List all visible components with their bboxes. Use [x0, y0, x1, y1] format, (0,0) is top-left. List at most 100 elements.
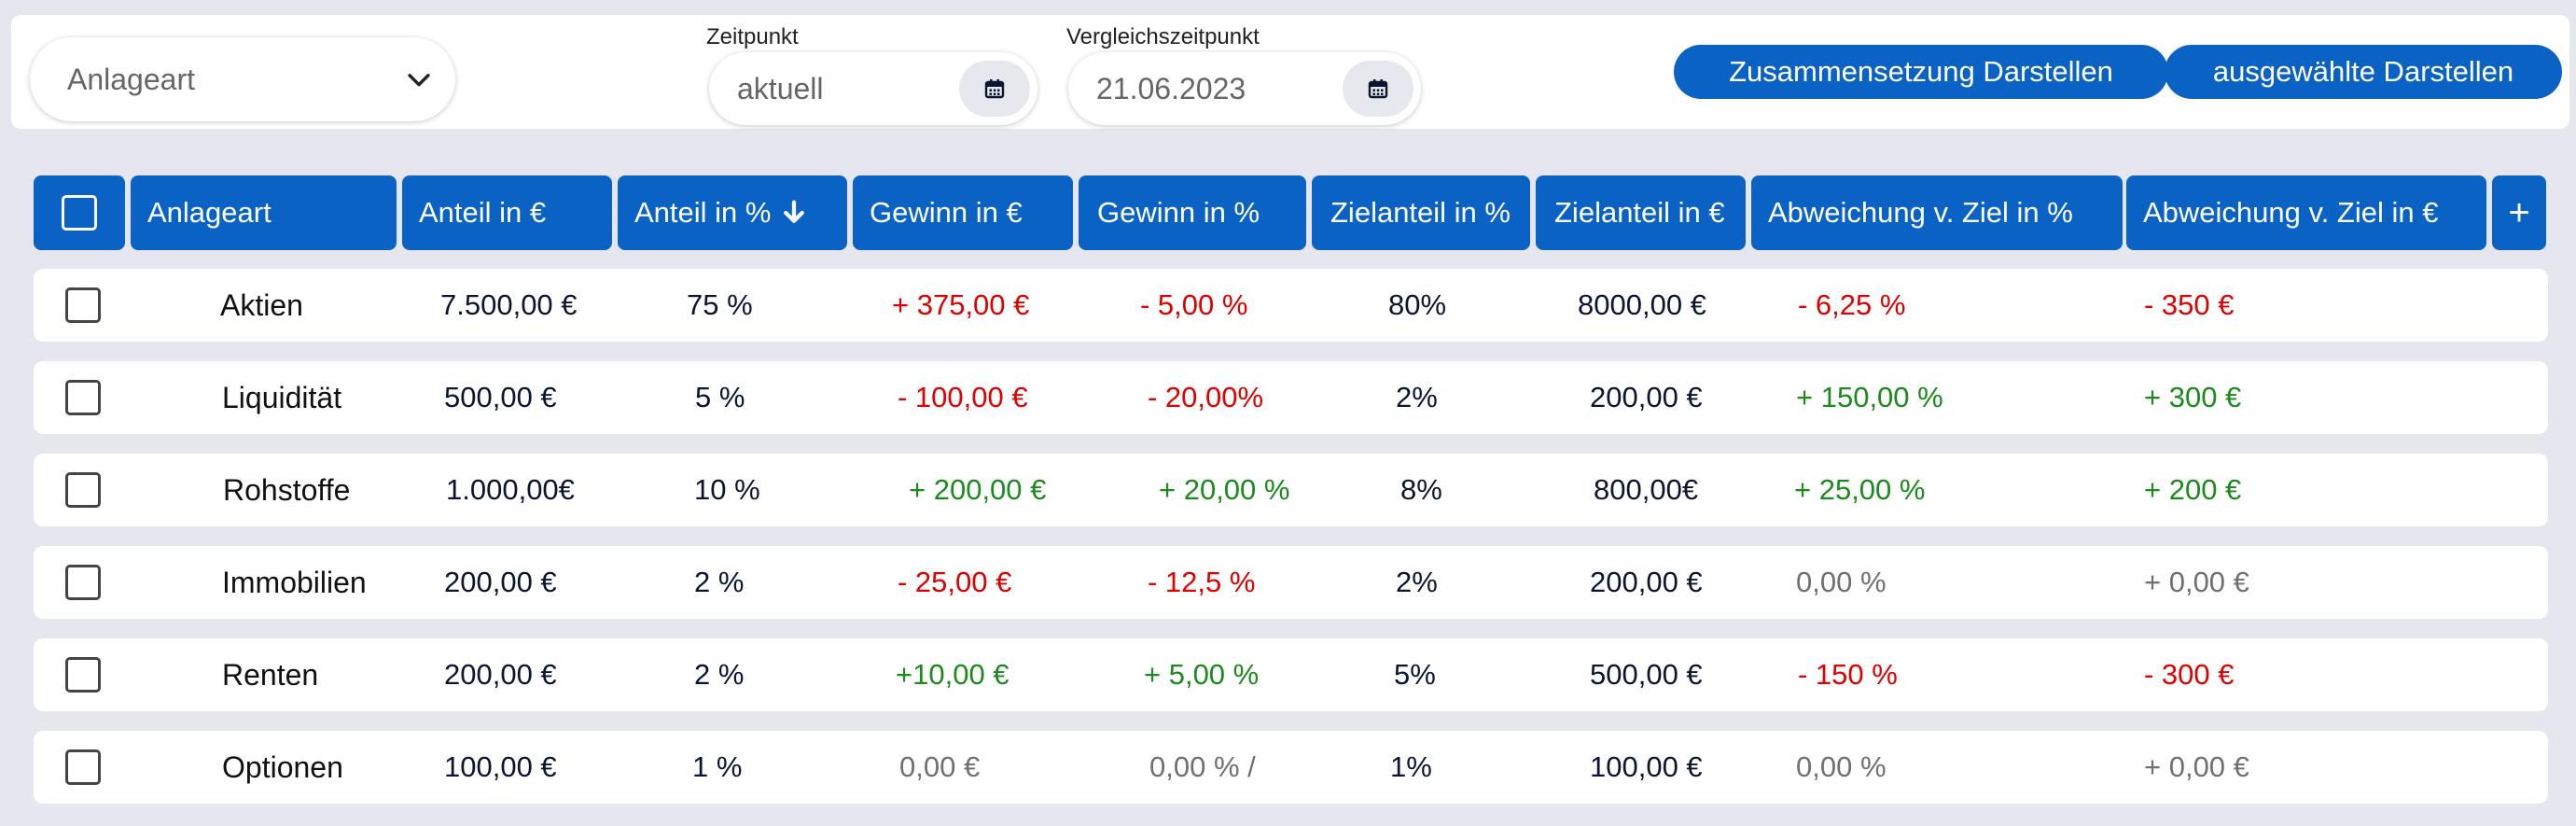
cell-zielanteil-pct: 2% [1396, 381, 1438, 413]
table-row[interactable]: Optionen 100,00 € 1 % 0,00 € 0,00 % / 1%… [34, 731, 2548, 804]
cell-abweichung-eur: + 200 € [2144, 473, 2242, 506]
header-zielanteil-pct[interactable]: Zielanteil in % [1312, 175, 1530, 250]
cell-anteil-pct: 2 % [694, 658, 745, 691]
table-row[interactable]: Immobilien 200,00 € 2 % - 25,00 € - 12,5… [34, 546, 2548, 619]
cell-gewinn-pct: + 20,00 % [1159, 473, 1290, 506]
table-row[interactable]: Liquidität 500,00 € 5 % - 100,00 € - 20,… [34, 361, 2548, 434]
plus-icon: + [2508, 191, 2530, 233]
cell-abweichung-pct: - 150 % [1798, 658, 1898, 691]
header-anteil-eur[interactable]: Anteil in € [402, 175, 612, 250]
cell-anteil-pct: 2 % [694, 566, 745, 598]
row-checkbox[interactable] [65, 565, 101, 600]
chevron-down-icon [408, 74, 430, 87]
cell-gewinn-eur: +10,00 € [896, 658, 1010, 691]
table-row[interactable]: Aktien 7.500,00 € 75 % + 375,00 € - 5,00… [34, 269, 2548, 342]
header-abweichung-pct[interactable]: Abweichung v. Ziel in % [1751, 175, 2123, 250]
cell-zielanteil-pct: 1% [1390, 750, 1432, 783]
vergleichszeitpunkt-label: Vergleichszeitpunkt [1066, 24, 1260, 49]
cell-abweichung-eur: + 0,00 € [2144, 750, 2249, 783]
header-gewinn-eur-label: Gewinn in € [870, 196, 1023, 229]
cell-zielanteil-eur: 800,00€ [1594, 473, 1699, 506]
cell-zielanteil-pct: 2% [1396, 566, 1438, 598]
header-gewinn-pct[interactable]: Gewinn in % [1079, 175, 1306, 250]
checkbox-box [62, 195, 97, 231]
zeitpunkt-field[interactable]: aktuell [709, 52, 1037, 125]
vergleichszeitpunkt-calendar-button[interactable] [1343, 61, 1413, 117]
cell-gewinn-pct: - 5,00 % [1140, 288, 1248, 321]
cell-abweichung-pct: 0,00 % [1796, 750, 1887, 783]
cell-anteil-pct: 5 % [695, 381, 745, 413]
cell-abweichung-eur: - 300 € [2144, 658, 2235, 691]
header-abweichung-eur-label: Abweichung v. Ziel in € [2143, 196, 2439, 229]
cell-anteil-pct: 1 % [692, 750, 743, 783]
cell-abweichung-pct: + 150,00 % [1796, 381, 1943, 413]
cell-abweichung-pct: + 25,00 % [1794, 473, 1926, 506]
cell-zielanteil-pct: 80% [1388, 288, 1447, 321]
cell-gewinn-pct: + 5,00 % [1144, 658, 1260, 691]
ausgewaehlte-darstellen-button[interactable]: ausgewählte Darstellen [2165, 45, 2562, 99]
cell-gewinn-pct: - 20,00% [1148, 381, 1264, 413]
anlageart-dropdown-label: Anlageart [67, 62, 195, 96]
header-anlageart-label: Anlageart [147, 196, 272, 229]
zeitpunkt-label: Zeitpunkt [706, 24, 799, 49]
header-anteil-pct-label: Anteil in % [634, 196, 772, 229]
table-row[interactable]: Rohstoffe 1.000,00€ 10 % + 200,00 € + 20… [34, 454, 2548, 526]
arrow-down-icon[interactable] [780, 199, 808, 227]
cell-anlageart: Aktien [220, 287, 303, 322]
cell-gewinn-pct: 0,00 % / [1149, 750, 1256, 783]
cell-anlageart: Rohstoffe [223, 472, 351, 507]
header-anteil-pct[interactable]: Anteil in % [618, 175, 847, 250]
cell-anteil-eur: 1.000,00€ [446, 473, 575, 506]
header-anteil-eur-label: Anteil in € [419, 196, 547, 229]
cell-anteil-pct: 75 % [687, 288, 753, 321]
cell-anlageart: Immobilien [222, 565, 367, 599]
cell-zielanteil-eur: 200,00 € [1590, 566, 1703, 598]
zusammensetzung-darstellen-button[interactable]: Zusammensetzung Darstellen [1674, 45, 2168, 99]
row-checkbox[interactable] [65, 749, 101, 785]
calendar-icon [1368, 79, 1388, 99]
cell-gewinn-eur: - 25,00 € [898, 566, 1012, 598]
cell-abweichung-pct: - 6,25 % [1798, 288, 1906, 321]
add-column-button[interactable]: + [2492, 175, 2546, 250]
cell-anlageart: Optionen [222, 749, 343, 784]
row-checkbox[interactable] [65, 287, 101, 323]
row-checkbox[interactable] [65, 657, 101, 693]
header-zielanteil-pct-label: Zielanteil in % [1330, 196, 1511, 229]
header-zielanteil-eur-label: Zielanteil in € [1554, 196, 1725, 229]
cell-anteil-eur: 200,00 € [444, 566, 557, 598]
vergleichszeitpunkt-value: 21.06.2023 [1096, 71, 1246, 105]
cell-zielanteil-eur: 8000,00 € [1578, 288, 1706, 321]
cell-anteil-eur: 100,00 € [444, 750, 557, 783]
cell-abweichung-eur: + 300 € [2144, 381, 2242, 413]
header-abweichung-eur[interactable]: Abweichung v. Ziel in € [2126, 175, 2486, 250]
cell-anteil-eur: 200,00 € [444, 658, 557, 691]
header-gewinn-eur[interactable]: Gewinn in € [853, 175, 1073, 250]
row-checkbox[interactable] [65, 472, 101, 508]
cell-abweichung-pct: 0,00 % [1796, 566, 1887, 598]
anlageart-dropdown[interactable]: Anlageart [30, 37, 455, 121]
row-checkbox[interactable] [65, 380, 101, 415]
cell-gewinn-eur: + 375,00 € [892, 288, 1030, 321]
cell-abweichung-eur: - 350 € [2144, 288, 2235, 321]
cell-zielanteil-eur: 100,00 € [1590, 750, 1703, 783]
header-anlageart[interactable]: Anlageart [131, 175, 397, 250]
header-abweichung-pct-label: Abweichung v. Ziel in % [1768, 196, 2073, 229]
header-zielanteil-eur[interactable]: Zielanteil in € [1536, 175, 1746, 250]
calendar-icon [984, 79, 1005, 99]
cell-anteil-eur: 500,00 € [444, 381, 557, 413]
cell-gewinn-eur: 0,00 € [899, 750, 981, 783]
cell-zielanteil-pct: 5% [1394, 658, 1436, 691]
cell-anteil-pct: 10 % [694, 473, 760, 506]
zeitpunkt-value: aktuell [737, 71, 824, 105]
vergleichszeitpunkt-field[interactable]: 21.06.2023 [1068, 52, 1421, 125]
cell-gewinn-eur: - 100,00 € [898, 381, 1028, 413]
zeitpunkt-calendar-button[interactable] [959, 61, 1030, 117]
cell-abweichung-eur: + 0,00 € [2144, 566, 2249, 598]
table-row[interactable]: Renten 200,00 € 2 % +10,00 € + 5,00 % 5%… [34, 638, 2548, 711]
cell-zielanteil-eur: 200,00 € [1590, 381, 1703, 413]
cell-anlageart: Liquidität [222, 380, 342, 414]
header-gewinn-pct-label: Gewinn in % [1097, 196, 1260, 229]
cell-anlageart: Renten [222, 657, 319, 692]
select-all-checkbox[interactable] [34, 175, 125, 250]
cell-anteil-eur: 7.500,00 € [440, 288, 578, 321]
